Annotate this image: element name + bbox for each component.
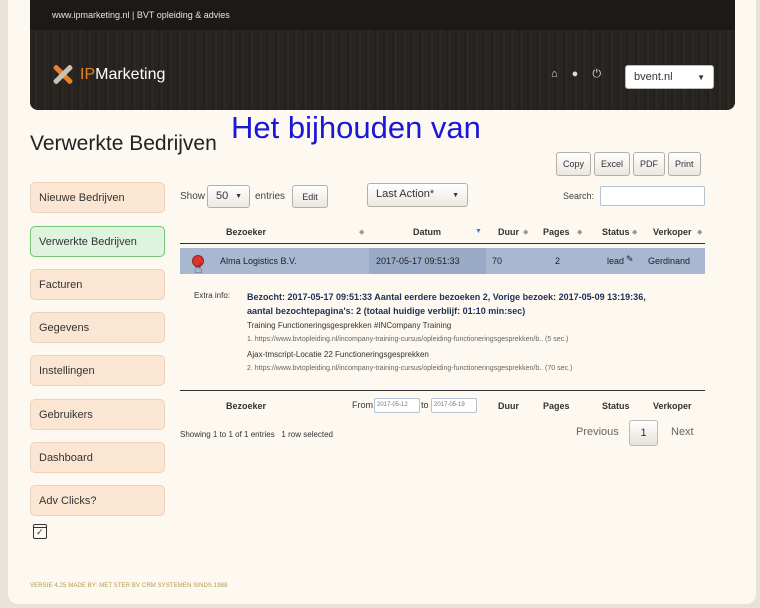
footer-column-duur: Duur — [498, 401, 519, 411]
footer-column-pages: Pages — [543, 401, 570, 411]
top-header: www.ipmarketing.nl | BVT opleiding & adv… — [30, 0, 735, 110]
pdf-button[interactable]: PDF — [633, 152, 666, 176]
extra-info-label: Extra info: — [194, 291, 231, 300]
date-to-input[interactable]: 2017-05-19 — [431, 398, 477, 413]
sidebar-item-gegevens[interactable]: Gegevens — [30, 312, 165, 343]
chevron-down-icon: ▼ — [235, 193, 242, 200]
sort-icon: ◆ — [359, 229, 365, 236]
visit-summary: Bezocht: 2017-05-17 09:51:33 Aantal eerd… — [247, 292, 646, 302]
overlay-title: Het bijhouden van — [231, 110, 481, 145]
next-button[interactable]: Next — [671, 426, 694, 438]
to-label: to — [421, 400, 429, 410]
previous-button[interactable]: Previous — [576, 426, 619, 438]
sidebar-item-facturen[interactable]: Facturen — [30, 269, 165, 300]
sidebar-item-verwerkte-bedrijven[interactable]: Verwerkte Bedrijven — [30, 226, 165, 257]
version-footer: VERSIE 4.25 MADE BY: MET STER BV CRM SYS… — [30, 583, 228, 589]
column-bezoeker[interactable]: Bezoeker — [226, 227, 266, 237]
table-row[interactable]: ☝ Alma Logistics B.V. 2017-05-17 09:51:3… — [180, 248, 705, 276]
sidebar-item-gebruikers[interactable]: Gebruikers — [30, 399, 165, 430]
footer-column-verkoper: Verkoper — [653, 401, 692, 411]
cell-status: lead — [607, 256, 625, 266]
chevron-down-icon: ▼ — [452, 192, 459, 199]
table-header: Bezoeker ◆ Datum ▼ Duur ◆ Pages ◆ Status… — [180, 220, 705, 244]
page-length-select[interactable]: 50 ▼ — [207, 185, 250, 208]
logo-icon — [52, 64, 74, 86]
page-1-url[interactable]: 1. https://www.bvtopleiding.nl/incompany… — [247, 336, 568, 343]
page-2-url[interactable]: 2. https://www.bvtopleiding.nl/incompany… — [247, 365, 572, 372]
header-icons: ⌂ ● ⏻ — [551, 68, 601, 81]
tagline: www.ipmarketing.nl | BVT opleiding & adv… — [52, 10, 230, 20]
pencil-icon[interactable]: ✎ — [626, 254, 634, 265]
column-pages[interactable]: Pages — [543, 227, 570, 237]
from-label: From — [352, 400, 373, 410]
sidebar-item-nieuwe-bedrijven[interactable]: Nieuwe Bedrijven — [30, 182, 165, 213]
column-verkoper[interactable]: Verkoper — [653, 227, 692, 237]
copy-button[interactable]: Copy — [556, 152, 592, 176]
export-buttons: Copy Excel PDF Print — [556, 152, 701, 176]
sidebar-item-adv-clicks[interactable]: Adv Clicks? — [30, 485, 165, 516]
sidebar-item-instellingen[interactable]: Instellingen — [30, 355, 165, 386]
sort-icon: ◆ — [632, 229, 638, 236]
column-duur[interactable]: Duur — [498, 227, 519, 237]
home-icon[interactable]: ⌂ — [551, 68, 558, 81]
page-2-title: Ajax-tmscript-Locatie 22 Functioneringsg… — [247, 350, 429, 359]
logo-text: IPMarketing — [80, 66, 166, 83]
table-footer: Bezoeker From 2017-05-12 to 2017-05-19 D… — [180, 390, 705, 414]
entries-label: entries — [255, 191, 286, 202]
sort-desc-icon: ▼ — [475, 228, 482, 235]
search-input[interactable] — [600, 186, 705, 206]
page-title: Verwerkte Bedrijven — [30, 132, 217, 155]
page-1-title: Training Functioneringsgesprekken #INCom… — [247, 321, 452, 330]
footer-column-bezoeker: Bezoeker — [226, 401, 267, 411]
cell-pages: 2 — [555, 256, 561, 266]
last-action-select[interactable]: Last Action* ▼ — [367, 183, 468, 207]
cell-bezoeker: Alma Logistics B.V. — [220, 256, 297, 266]
sort-icon: ◆ — [697, 229, 703, 236]
domain-select[interactable]: bvent.nl ▼ — [625, 65, 714, 89]
sidebar-item-dashboard[interactable]: Dashboard — [30, 442, 165, 473]
cell-datum: 2017-05-17 09:51:33 — [376, 256, 460, 266]
cell-verkoper: Gerdinand — [648, 256, 691, 266]
logo[interactable]: IPMarketing — [52, 64, 165, 86]
search-label: Search: — [563, 191, 595, 201]
table-info: Showing 1 to 1 of 1 entries 1 row select… — [180, 430, 333, 439]
calendar-check-icon[interactable] — [33, 524, 47, 539]
chevron-down-icon: ▼ — [697, 73, 705, 82]
date-from-input[interactable]: 2017-05-12 — [374, 398, 420, 413]
column-status[interactable]: Status — [602, 227, 630, 237]
edit-button[interactable]: Edit — [292, 185, 328, 208]
show-label: Show — [180, 191, 206, 202]
sort-icon: ◆ — [577, 229, 583, 236]
excel-button[interactable]: Excel — [594, 152, 631, 176]
footer-column-status: Status — [602, 401, 630, 411]
print-button[interactable]: Print — [668, 152, 701, 176]
power-icon[interactable]: ⏻ — [592, 68, 601, 81]
visit-summary-2: aantal bezochtepagina's: 2 (totaal huidi… — [247, 306, 526, 316]
user-icon[interactable]: ● — [572, 68, 579, 81]
sort-icon: ◆ — [523, 229, 529, 236]
cell-duur: 70 — [492, 256, 503, 266]
page-1-button[interactable]: 1 — [629, 420, 658, 446]
column-datum[interactable]: Datum — [413, 227, 441, 237]
hand-cursor-icon: ☝ — [194, 260, 203, 276]
